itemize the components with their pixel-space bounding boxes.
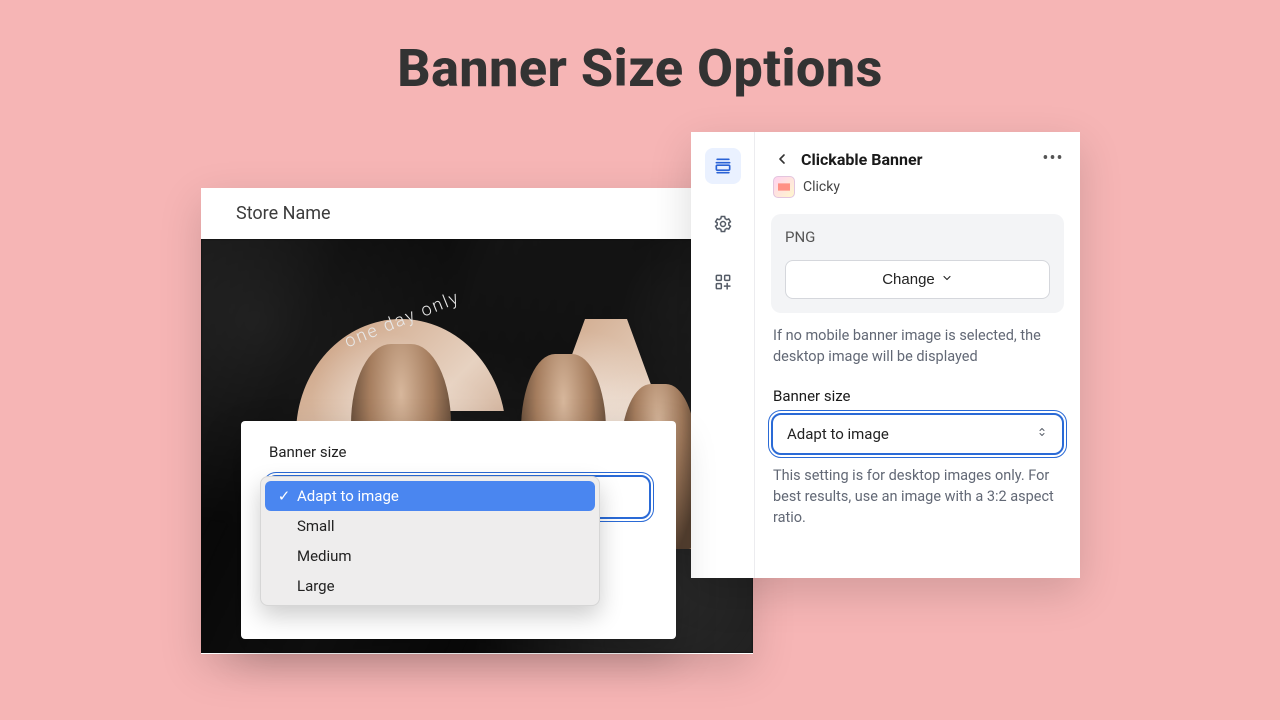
app-badge[interactable]: Clicky xyxy=(773,176,1064,198)
banner-size-option-small[interactable]: ✓ Small xyxy=(265,511,595,541)
app-icon xyxy=(773,176,795,198)
option-label: Large xyxy=(297,577,335,595)
banner-size-help: This setting is for desktop images only.… xyxy=(773,465,1062,528)
app-name: Clicky xyxy=(803,179,840,195)
check-icon: ✓ xyxy=(275,577,293,595)
change-image-button[interactable]: Change xyxy=(785,260,1050,299)
banner-size-popover: Banner size ✓ Adapt to image ✓ Small ✓ M… xyxy=(241,421,676,639)
option-label: Small xyxy=(297,517,335,535)
panel-rail xyxy=(691,132,755,578)
banner-size-option-large[interactable]: ✓ Large xyxy=(265,571,595,601)
banner-size-label: Banner size xyxy=(773,387,1062,405)
image-field: PNG Change xyxy=(771,214,1064,313)
store-name: Store Name xyxy=(201,188,753,239)
banner-size-value: Adapt to image xyxy=(787,425,889,443)
banner-size-option-medium[interactable]: ✓ Medium xyxy=(265,541,595,571)
image-format: PNG xyxy=(785,228,1050,246)
banner-size-label: Banner size xyxy=(269,443,648,461)
page-headline: Banner Size Options xyxy=(0,38,1280,99)
sections-icon[interactable] xyxy=(705,148,741,184)
banner-size-select[interactable]: Adapt to image xyxy=(771,413,1064,455)
check-icon: ✓ xyxy=(275,517,293,535)
more-icon[interactable]: ••• xyxy=(1042,154,1064,164)
apps-icon[interactable] xyxy=(705,264,741,300)
option-label: Adapt to image xyxy=(297,487,399,505)
mobile-help-text: If no mobile banner image is selected, t… xyxy=(773,325,1062,367)
gear-icon[interactable] xyxy=(705,206,741,242)
change-label: Change xyxy=(882,271,935,288)
panel-title: Clickable Banner xyxy=(801,150,1034,169)
editor-panel: Clickable Banner ••• Clicky PNG Change I… xyxy=(691,132,1080,578)
check-icon: ✓ xyxy=(275,547,293,565)
select-caret-icon xyxy=(1036,425,1048,443)
banner-size-menu: ✓ Adapt to image ✓ Small ✓ Medium ✓ Larg… xyxy=(260,476,600,606)
banner-size-option-adapt[interactable]: ✓ Adapt to image xyxy=(265,481,595,511)
check-icon: ✓ xyxy=(275,487,293,505)
chevron-down-icon xyxy=(941,271,953,288)
option-label: Medium xyxy=(297,547,352,565)
back-icon[interactable] xyxy=(771,148,793,170)
